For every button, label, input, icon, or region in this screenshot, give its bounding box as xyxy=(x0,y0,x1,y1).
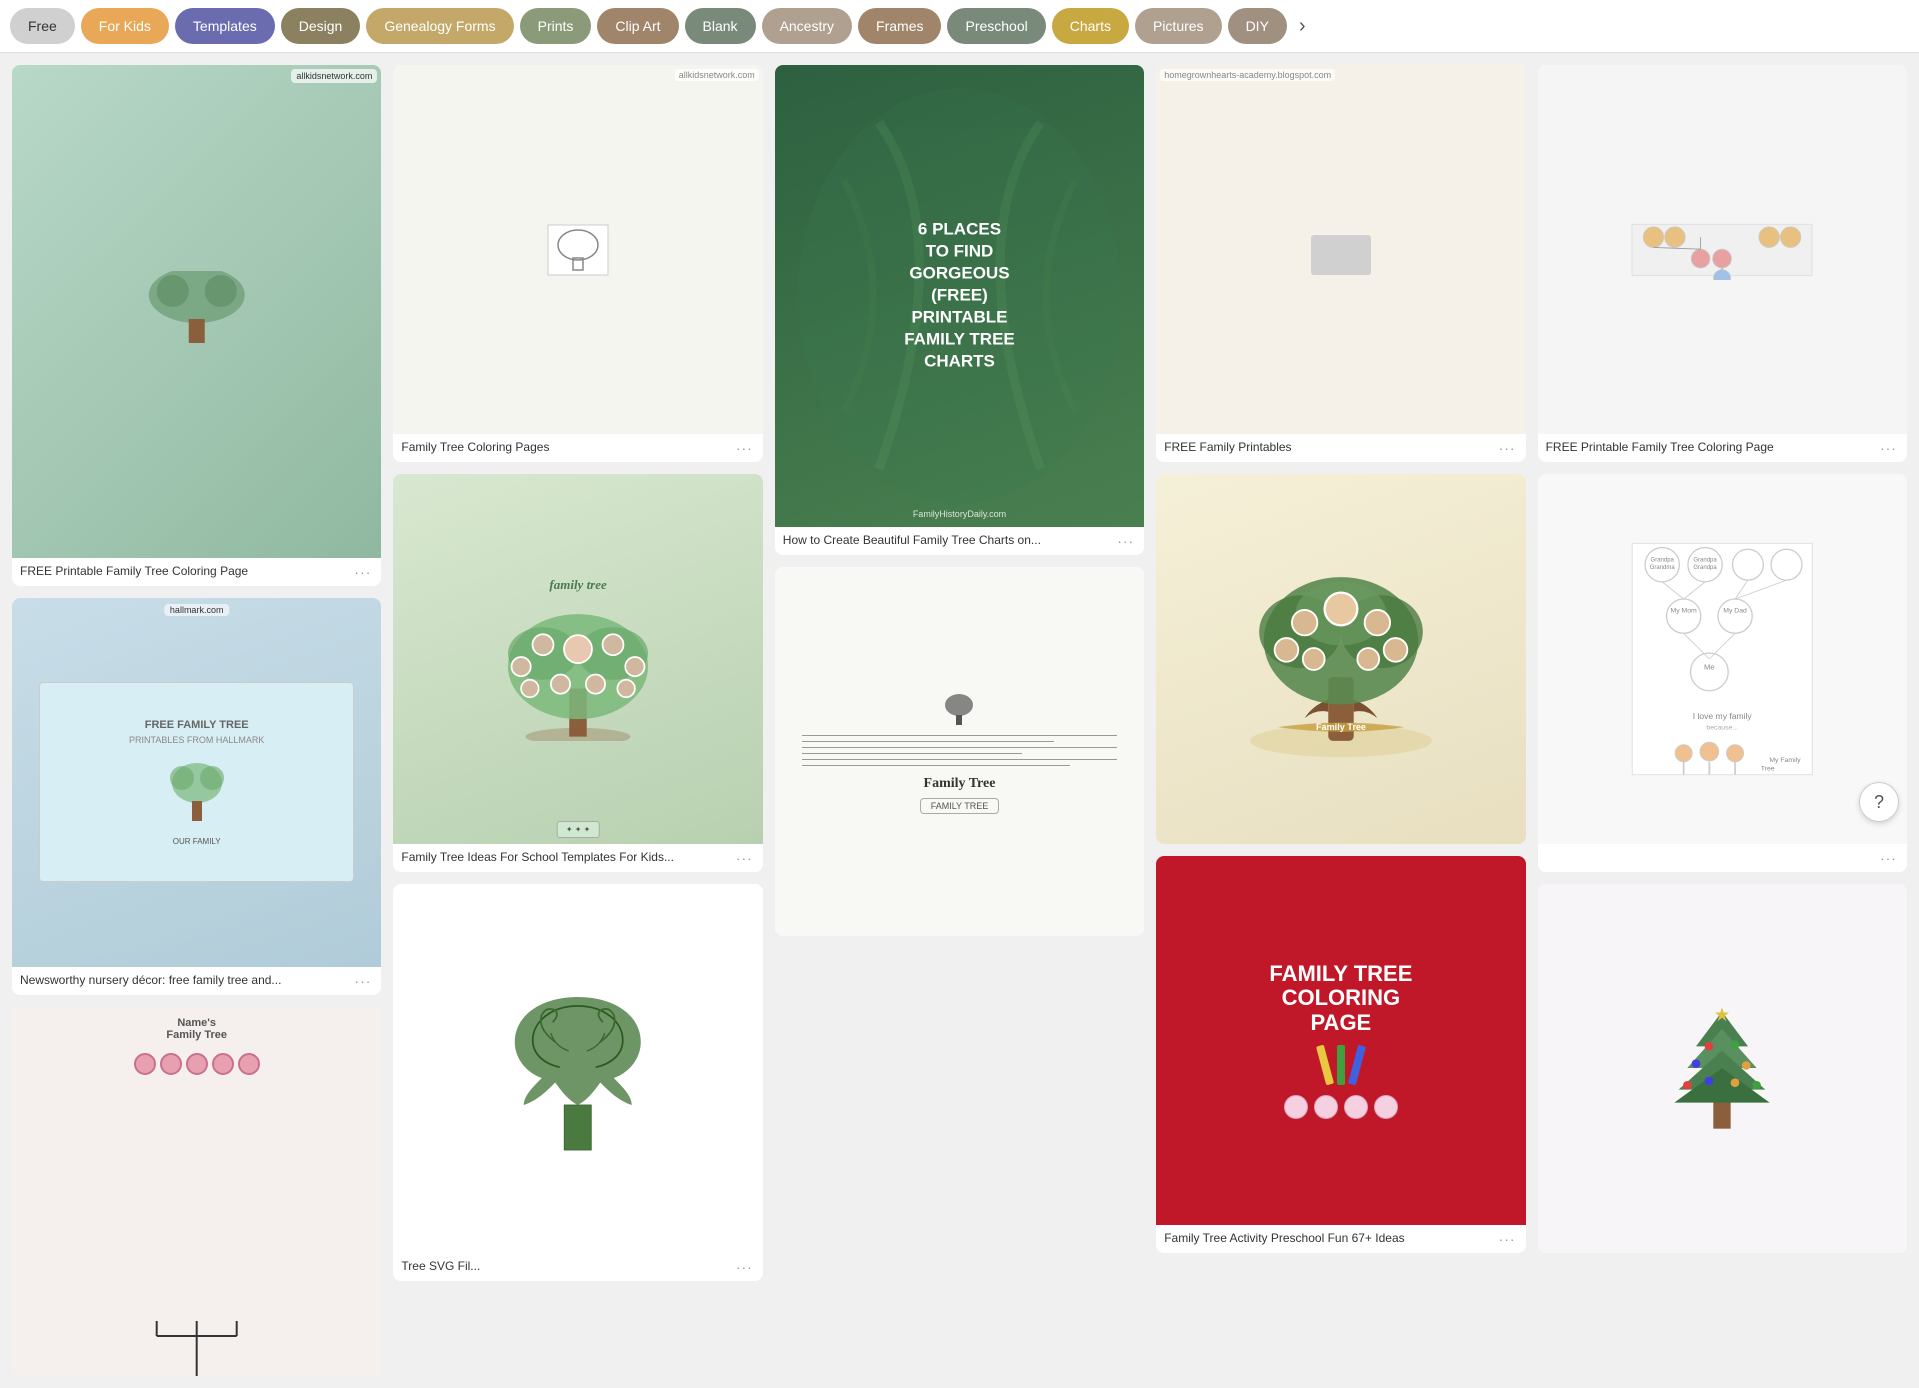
nav-scroll-right-icon[interactable]: › xyxy=(1293,11,1312,42)
nav-bar: Free For Kids Templates Design Genealogy… xyxy=(0,0,1919,53)
card-family-tree-blank-chart[interactable]: Family Tree FAMILY TREE xyxy=(775,567,1144,936)
illustrated-tree-photos xyxy=(421,601,735,741)
card-title-free-family-printables: FREE Family Printables xyxy=(1164,440,1492,456)
coloring-page-icon xyxy=(538,220,618,280)
column-2: allkidsnetwork.com Family Tree Coloring … xyxy=(393,65,762,1376)
family-tree-label: Family Tree xyxy=(924,776,996,792)
card-illustrated-tree[interactable]: Family Tree xyxy=(1156,474,1525,843)
frame-decoration: FREE FAMILY TREE PRINTABLES FROM HALLMAR… xyxy=(39,682,353,882)
names-label: Name'sFamily Tree xyxy=(166,1017,227,1041)
card-title-ideas-school: Family Tree Ideas For School Templates F… xyxy=(401,850,729,866)
card-menu-button[interactable]: ··· xyxy=(352,564,373,580)
card-menu-button-7[interactable]: ··· xyxy=(1497,440,1518,456)
column-4: homegrownhearts-academy.blogspot.com FRE… xyxy=(1156,65,1525,1376)
nav-btn-prints[interactable]: Prints xyxy=(520,8,592,44)
svg-text:Grandpa: Grandpa xyxy=(1693,557,1717,563)
site-label: allkidsnetwork.com xyxy=(291,69,377,83)
svg-text:I love my family: I love my family xyxy=(1693,711,1753,721)
card-tree-svg[interactable]: Tree SVG Fil... ··· xyxy=(393,884,762,1281)
source-label: FamilyHistoryDaily.com xyxy=(913,509,1006,519)
card-title-preschool: FREE Printable Family Tree Coloring Page xyxy=(1546,440,1874,456)
svg-text:My Mom: My Mom xyxy=(1671,608,1698,615)
family-tree-illustration xyxy=(49,271,345,351)
card-family-tree-ideas-school[interactable]: family tree xyxy=(393,474,762,871)
svg-text:Family Tree: Family Tree xyxy=(1316,722,1366,732)
card-menu-button-2[interactable]: ··· xyxy=(352,973,373,989)
nav-btn-ancestry[interactable]: Ancestry xyxy=(762,8,852,44)
crayon-icons xyxy=(1321,1045,1361,1085)
bg-pattern: ✦ ✦ ✦ xyxy=(557,821,600,838)
svg-text:My Dad: My Dad xyxy=(1723,608,1747,615)
card-menu-button-6[interactable]: ··· xyxy=(1115,533,1136,549)
nav-btn-frames[interactable]: Frames xyxy=(858,8,941,44)
card-activity-preschool[interactable]: FREE Printable Family Tree Coloring Page… xyxy=(1538,65,1907,462)
card-menu-button-9[interactable]: ··· xyxy=(1878,440,1899,456)
illustrated-tree-yellow: Family Tree xyxy=(1184,559,1498,759)
svg-text:Grandma: Grandma xyxy=(1650,565,1676,571)
family-tree-script-label: family tree xyxy=(549,577,606,593)
card-christmas-tree[interactable] xyxy=(1538,884,1907,1253)
nav-btn-templates[interactable]: Templates xyxy=(175,8,275,44)
branch-svg xyxy=(12,1316,381,1376)
svg-text:Me: Me xyxy=(1704,662,1715,671)
card-coloring-page-red[interactable]: FAMILY TREECOLORINGPAGE Family Tree Acti… xyxy=(1156,856,1525,1253)
svg-text:My Family: My Family xyxy=(1769,757,1801,764)
card-free-family-printables[interactable]: homegrownhearts-academy.blogspot.com FRE… xyxy=(1156,65,1525,462)
card-menu-button-3[interactable]: ··· xyxy=(734,440,755,456)
blog-label: homegrownhearts-academy.blogspot.com xyxy=(1160,69,1335,81)
help-button[interactable]: ? xyxy=(1859,782,1899,822)
blank-label: FAMILY TREE xyxy=(920,798,1000,814)
card-title-coloring-pages: Family Tree Coloring Pages xyxy=(401,440,729,456)
svg-text:Grandpa: Grandpa xyxy=(1651,557,1675,563)
overlay-text-6places: 6 PLACESTO FINDGORGEOUS(FREE)PRINTABLEFA… xyxy=(793,219,1125,374)
blog-content xyxy=(1311,235,1371,279)
svg-text:Grandpa: Grandpa xyxy=(1693,565,1717,571)
card-family-tree-coloring-pages[interactable]: allkidsnetwork.com Family Tree Coloring … xyxy=(393,65,762,462)
card-title: FREE Printable Family Tree Coloring Page xyxy=(20,564,348,580)
circle-row xyxy=(134,1053,260,1075)
nav-btn-design[interactable]: Design xyxy=(281,8,361,44)
nav-btn-preschool[interactable]: Preschool xyxy=(947,8,1045,44)
cartoon-coloring-page: Grandpa Grandma Grandpa Grandpa My Mom M… xyxy=(1565,539,1879,779)
column-1: allkidsnetwork.com FREE Printable Family… xyxy=(12,65,381,1376)
card-menu-button-5[interactable]: ··· xyxy=(734,1259,755,1275)
red-coloring-title: FAMILY TREECOLORINGPAGE xyxy=(1269,962,1412,1035)
card-menu-button-4[interactable]: ··· xyxy=(734,850,755,866)
nav-btn-pictures[interactable]: Pictures xyxy=(1135,8,1222,44)
column-3: 6 PLACESTO FINDGORGEOUS(FREE)PRINTABLEFA… xyxy=(775,65,1144,1376)
card-title-tree-svg: Tree SVG Fil... xyxy=(401,1259,729,1275)
nav-btn-blank[interactable]: Blank xyxy=(685,8,756,44)
nav-btn-free[interactable]: Free xyxy=(10,8,75,44)
card-free-printable-1[interactable]: allkidsnetwork.com FREE Printable Family… xyxy=(12,65,381,586)
nav-btn-genealogy[interactable]: Genealogy Forms xyxy=(366,8,513,44)
card-menu-button-8[interactable]: ··· xyxy=(1497,1231,1518,1247)
hallmark-label: hallmark.com xyxy=(164,604,230,616)
column-5: FREE Printable Family Tree Coloring Page… xyxy=(1538,65,1907,1376)
card-free-printable-coloring-2[interactable]: Grandpa Grandma Grandpa Grandpa My Mom M… xyxy=(1538,474,1907,871)
decorated-tree-svg xyxy=(1565,1003,1879,1133)
family-circles xyxy=(1284,1095,1398,1119)
nav-btn-diy[interactable]: DIY xyxy=(1228,8,1287,44)
card-title-6places: How to Create Beautiful Family Tree Char… xyxy=(783,533,1111,549)
nav-btn-charts[interactable]: Charts xyxy=(1052,8,1129,44)
preschool-tree-cartoon xyxy=(1563,220,1881,280)
small-tree-icon xyxy=(939,689,979,729)
form-lines xyxy=(802,735,1116,766)
card-title-newsworthy: Newsworthy nursery décor: free family tr… xyxy=(20,973,348,989)
card-names-family-tree[interactable]: Name'sFamily Tree xyxy=(12,1007,381,1376)
tree-svg-small xyxy=(162,753,232,833)
nav-btn-forkids[interactable]: For Kids xyxy=(81,8,169,44)
card-title-red-coloring: Family Tree Activity Preschool Fun 67+ I… xyxy=(1164,1231,1492,1247)
card-free-family-tree-printables[interactable]: FREE FAMILY TREE PRINTABLES FROM HALLMAR… xyxy=(12,598,381,995)
scroll-tree-svg xyxy=(430,979,726,1159)
svg-text:Tree: Tree xyxy=(1761,766,1775,773)
card-6-places[interactable]: 6 PLACESTO FINDGORGEOUS(FREE)PRINTABLEFA… xyxy=(775,65,1144,555)
svg-text:because...: because... xyxy=(1706,724,1738,731)
nav-btn-clipart[interactable]: Clip Art xyxy=(597,8,678,44)
card-menu-button-10[interactable]: ··· xyxy=(1878,850,1899,866)
site-label-2: allkidsnetwork.com xyxy=(675,69,759,81)
